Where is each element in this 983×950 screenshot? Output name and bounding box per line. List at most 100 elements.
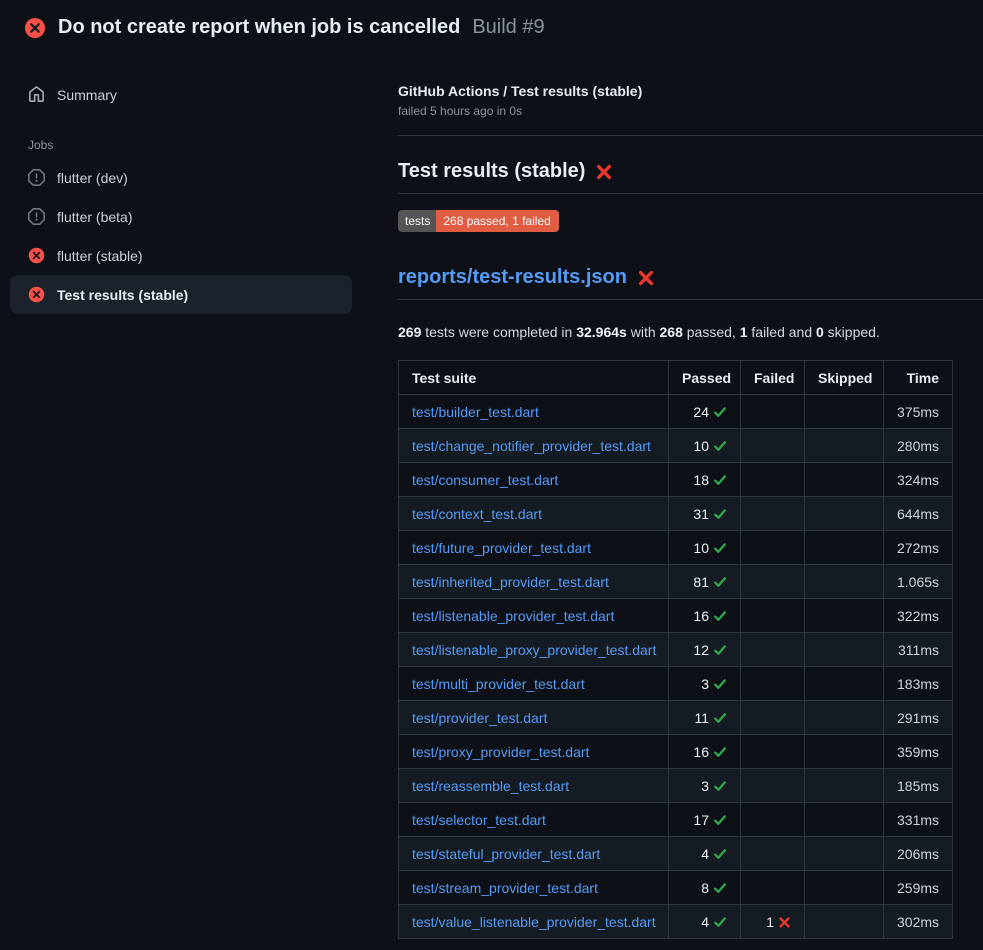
failed-cell — [741, 565, 805, 599]
suite-cell: test/multi_provider_test.dart — [399, 667, 669, 701]
table-row: test/multi_provider_test.dart3183ms — [399, 667, 953, 701]
sidebar: Summary Jobs flutter (dev)flutter (beta)… — [0, 53, 380, 314]
divider — [398, 135, 983, 136]
tests-badge: tests 268 passed, 1 failed — [398, 210, 559, 232]
failed-cell — [741, 871, 805, 905]
passed-cell: 17 — [669, 803, 741, 837]
suite-link[interactable]: test/listenable_proxy_provider_test.dart — [412, 642, 656, 658]
passed-cell: 4 — [669, 837, 741, 871]
report-link[interactable]: reports/test-results.json — [398, 266, 627, 289]
suite-link[interactable]: test/proxy_provider_test.dart — [412, 744, 589, 760]
time-cell: 272ms — [884, 531, 953, 565]
table-row: test/change_notifier_provider_test.dart 1… — [399, 429, 953, 463]
time-cell: 259ms — [884, 871, 953, 905]
suite-link[interactable]: test/multi_provider_test.dart — [412, 676, 585, 692]
skipped-cell — [805, 769, 884, 803]
build-title: Do not create report when job is cancell… — [58, 16, 460, 39]
passed-cell: 8 — [669, 871, 741, 905]
suite-cell: test/value_listenable_provider_test.dart — [399, 905, 669, 939]
sidebar-item-job[interactable]: Test results (stable) — [10, 275, 352, 314]
sidebar-item-summary[interactable]: Summary — [10, 77, 352, 112]
table-row: test/context_test.dart31644ms — [399, 497, 953, 531]
time-cell: 302ms — [884, 905, 953, 939]
suite-cell: test/provider_test.dart — [399, 701, 669, 735]
suite-cell: test/inherited_provider_test.dart — [399, 565, 669, 599]
passed-cell: 24 — [669, 395, 741, 429]
failed-cell — [741, 701, 805, 735]
failed-cell — [741, 599, 805, 633]
breadcrumb: GitHub Actions / Test results (stable) — [398, 83, 983, 99]
failed-cell — [741, 531, 805, 565]
suite-cell: test/selector_test.dart — [399, 803, 669, 837]
suite-link[interactable]: test/stateful_provider_test.dart — [412, 846, 600, 862]
passed-cell: 10 — [669, 429, 741, 463]
passed-cell: 31 — [669, 497, 741, 531]
cross-mark-icon — [595, 163, 613, 181]
time-cell: 1.065s — [884, 565, 953, 599]
skipped-cell — [805, 497, 884, 531]
suite-link[interactable]: test/selector_test.dart — [412, 812, 546, 828]
time-cell: 185ms — [884, 769, 953, 803]
results-table: Test suitePassedFailedSkippedTime test/b… — [398, 360, 953, 939]
failed-cell — [741, 803, 805, 837]
failed-cell — [741, 769, 805, 803]
table-row: test/value_listenable_provider_test.dart… — [399, 905, 953, 939]
failed-cell — [741, 497, 805, 531]
cancelled-stop-icon — [28, 208, 45, 225]
skipped-cell — [805, 667, 884, 701]
section-title: Test results (stable) — [398, 160, 983, 194]
column-header: Failed — [741, 361, 805, 395]
table-row: test/stateful_provider_test.dart 4 206ms — [399, 837, 953, 871]
sidebar-item-job[interactable]: flutter (stable) — [10, 236, 352, 275]
suite-cell: test/stream_provider_test.dart — [399, 871, 669, 905]
jobs-section-label: Jobs — [28, 138, 380, 152]
suite-link[interactable]: test/listenable_provider_test.dart — [412, 608, 614, 624]
passed-cell: 11 — [669, 701, 741, 735]
failed-cell — [741, 429, 805, 463]
suite-cell: test/future_provider_test.dart — [399, 531, 669, 565]
sidebar-item-job[interactable]: flutter (beta) — [10, 197, 352, 236]
skipped-cell — [805, 735, 884, 769]
suite-cell: test/consumer_test.dart — [399, 463, 669, 497]
table-row: test/stream_provider_test.dart 8 259ms — [399, 871, 953, 905]
summary-sentence: 269 tests were completed in 32.964s with… — [398, 324, 983, 340]
failed-cell — [741, 837, 805, 871]
build-number: Build #9 — [472, 16, 544, 39]
suite-link[interactable]: test/reassemble_test.dart — [412, 778, 569, 794]
time-cell: 322ms — [884, 599, 953, 633]
suite-link[interactable]: test/value_listenable_provider_test.dart — [412, 914, 656, 930]
cross-mark-icon — [637, 269, 655, 287]
job-label: Test results (stable) — [57, 287, 188, 303]
time-cell: 183ms — [884, 667, 953, 701]
skipped-cell — [805, 837, 884, 871]
table-row: test/reassemble_test.dart3185ms — [399, 769, 953, 803]
suite-link[interactable]: test/stream_provider_test.dart — [412, 880, 598, 896]
suite-link[interactable]: test/consumer_test.dart — [412, 472, 558, 488]
suite-cell: test/builder_test.dart — [399, 395, 669, 429]
badge-label: tests — [398, 210, 436, 232]
skipped-cell — [805, 871, 884, 905]
failed-cell — [741, 395, 805, 429]
table-row: test/consumer_test.dart18324ms — [399, 463, 953, 497]
build-header: Do not create report when job is cancell… — [0, 0, 983, 53]
sidebar-item-job[interactable]: flutter (dev) — [10, 158, 352, 197]
failed-cell — [741, 633, 805, 667]
passed-cell: 18 — [669, 463, 741, 497]
suite-cell: test/context_test.dart — [399, 497, 669, 531]
suite-link[interactable]: test/provider_test.dart — [412, 710, 547, 726]
suite-link[interactable]: test/change_notifier_provider_test.dart — [412, 438, 651, 454]
column-header: Passed — [669, 361, 741, 395]
failed-cell — [741, 735, 805, 769]
suite-cell: test/change_notifier_provider_test.dart — [399, 429, 669, 463]
time-cell: 280ms — [884, 429, 953, 463]
suite-cell: test/stateful_provider_test.dart — [399, 837, 669, 871]
suite-link[interactable]: test/context_test.dart — [412, 506, 542, 522]
suite-link[interactable]: test/future_provider_test.dart — [412, 540, 591, 556]
time-cell: 206ms — [884, 837, 953, 871]
suite-link[interactable]: test/builder_test.dart — [412, 404, 539, 420]
table-header-row: Test suitePassedFailedSkippedTime — [399, 361, 953, 395]
suite-link[interactable]: test/inherited_provider_test.dart — [412, 574, 609, 590]
skipped-cell — [805, 395, 884, 429]
skipped-cell — [805, 565, 884, 599]
x-circle-fill-icon — [28, 286, 45, 303]
